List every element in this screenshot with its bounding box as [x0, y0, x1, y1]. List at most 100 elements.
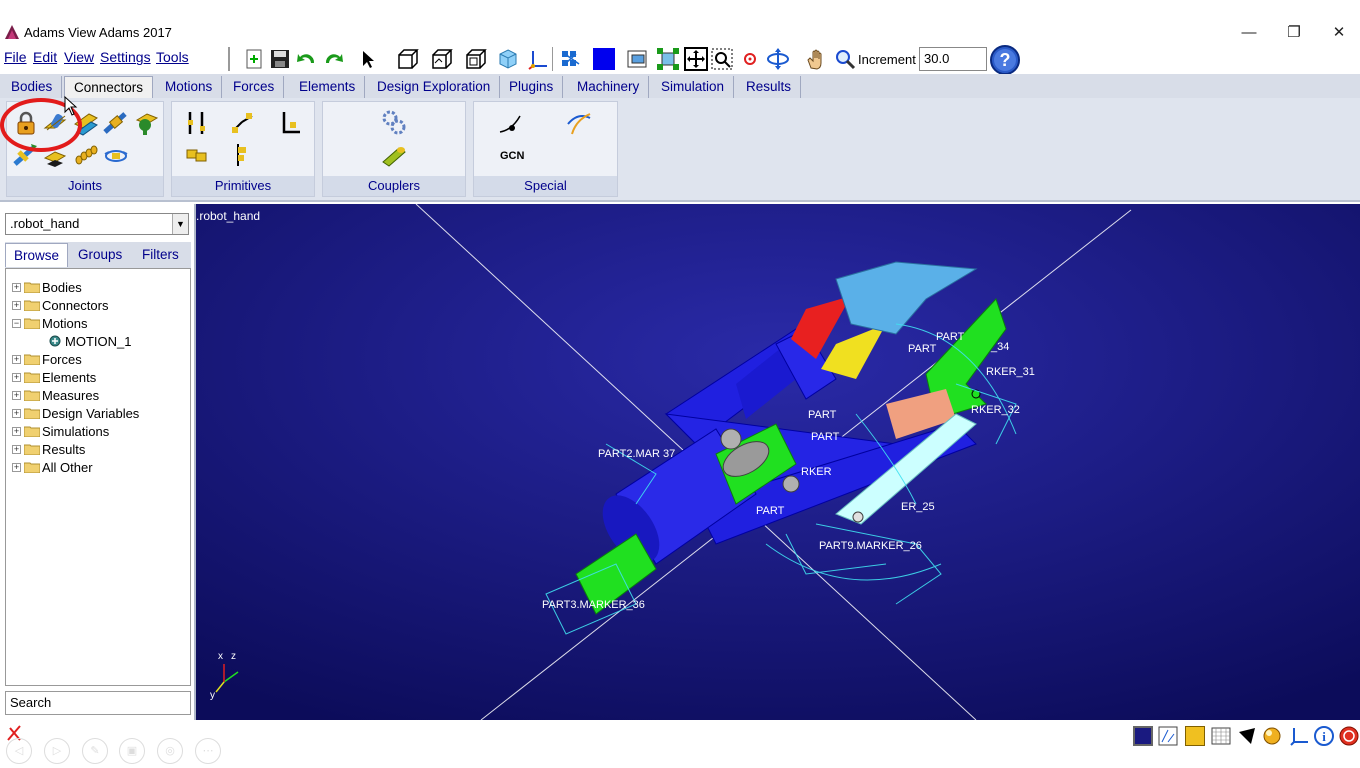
expand-icon[interactable]: + — [12, 444, 21, 454]
zoom-window-icon[interactable] — [709, 46, 735, 72]
gear-icon[interactable] — [381, 110, 407, 136]
tab-plugins[interactable]: Plugins — [500, 76, 564, 98]
nav-copy-icon[interactable]: ▣ — [119, 738, 145, 764]
cylindrical-joint-icon[interactable] — [103, 110, 129, 136]
expand-icon[interactable]: + — [12, 300, 21, 310]
tab-design-exploration[interactable]: Design Exploration — [368, 76, 501, 98]
new-icon[interactable] — [241, 46, 267, 72]
view-front-icon[interactable] — [395, 46, 421, 72]
restore-button[interactable]: ❐ — [1271, 20, 1317, 44]
render-mode-icon[interactable] — [1262, 726, 1282, 746]
hooke-joint-icon[interactable] — [103, 142, 129, 168]
tab-bodies[interactable]: Bodies — [2, 76, 63, 98]
tree-item-simulations[interactable]: + Simulations — [12, 422, 109, 440]
tab-motions[interactable]: Motions — [156, 76, 223, 98]
menu-settings[interactable]: Settings — [100, 49, 151, 65]
undo-icon[interactable] — [293, 46, 319, 72]
info-icon[interactable] — [1133, 726, 1153, 746]
fit-icon[interactable] — [655, 46, 681, 72]
tree-item-motion-1[interactable]: MOTION_1 — [48, 332, 131, 350]
tree-item-connectors[interactable]: + Connectors — [12, 296, 108, 314]
tab-results[interactable]: Results — [737, 76, 802, 98]
view-right-icon[interactable] — [463, 46, 489, 72]
general-constraint-icon[interactable]: GCN — [500, 150, 524, 162]
tab-machinery[interactable]: Machinery — [568, 76, 650, 98]
tab-filters[interactable]: Filters — [134, 243, 187, 267]
axes-icon[interactable] — [525, 46, 551, 72]
help-icon[interactable]: ? — [989, 45, 1021, 75]
tree-item-results[interactable]: + Results — [12, 440, 85, 458]
screw-joint-icon[interactable] — [73, 142, 99, 168]
color-icon[interactable] — [591, 46, 617, 72]
expand-icon[interactable]: + — [12, 462, 21, 472]
render-icon[interactable] — [625, 46, 651, 72]
tree-item-elements[interactable]: + Elements — [12, 368, 96, 386]
expand-icon[interactable]: + — [12, 426, 21, 436]
redo-icon[interactable] — [321, 46, 347, 72]
menu-tools[interactable]: Tools — [156, 49, 189, 65]
minimize-button[interactable]: — — [1226, 20, 1272, 44]
chevron-down-icon[interactable]: ▼ — [172, 214, 188, 234]
tree-item-motions[interactable]: − Motions — [12, 314, 88, 332]
spherical-joint-icon[interactable] — [133, 110, 159, 136]
menu-view[interactable]: View — [64, 49, 94, 65]
tree-item-forces[interactable]: + Forces — [12, 350, 82, 368]
tab-simulation[interactable]: Simulation — [652, 76, 735, 98]
model-viewport[interactable]: PART2.MAR 37 PART3.MARKER_36 PART9.MARKE… — [196, 204, 1360, 720]
expand-icon[interactable]: + — [12, 390, 21, 400]
tab-browse[interactable]: Browse — [5, 243, 69, 267]
info-circle-icon[interactable]: i — [1314, 726, 1334, 746]
menu-edit[interactable]: Edit — [33, 49, 57, 65]
center-icon[interactable] — [737, 46, 763, 72]
expand-icon[interactable]: + — [12, 408, 21, 418]
zoom-icon[interactable] — [832, 46, 858, 72]
tree-item-all-other[interactable]: + All Other — [12, 458, 93, 476]
parallel-axes-primitive-icon[interactable] — [184, 142, 210, 168]
view-iso-icon[interactable] — [495, 46, 521, 72]
tab-groups[interactable]: Groups — [70, 243, 130, 267]
coupler-icon[interactable] — [381, 142, 407, 168]
expand-icon[interactable]: + — [12, 372, 21, 382]
inplane-primitive-icon[interactable] — [230, 110, 256, 136]
tab-forces[interactable]: Forces — [224, 76, 285, 98]
menu-file[interactable]: File — [4, 49, 27, 65]
expand-icon[interactable]: + — [12, 354, 21, 364]
nav-more-icon[interactable]: ⋯ — [195, 738, 221, 764]
inline-primitive-icon[interactable] — [184, 110, 210, 136]
pan-icon[interactable] — [803, 46, 829, 72]
save-icon[interactable] — [267, 46, 293, 72]
select-icon[interactable] — [355, 46, 381, 72]
expand-icon[interactable]: + — [12, 282, 21, 292]
rotate-icon[interactable] — [765, 46, 791, 72]
coordinate-icon[interactable] — [1290, 726, 1310, 746]
nav-prev-icon[interactable]: ◁ — [6, 738, 32, 764]
orientation-primitive-icon[interactable] — [276, 110, 302, 136]
tab-connectors[interactable]: Connectors — [64, 76, 154, 98]
tree-item-bodies[interactable]: + Bodies — [12, 278, 82, 296]
color-icon[interactable] — [1237, 726, 1257, 746]
tab-elements[interactable]: Elements — [290, 76, 366, 98]
stop-icon[interactable] — [1339, 726, 1359, 746]
increment-input[interactable]: 30.0 — [919, 47, 987, 71]
search-input[interactable]: Search — [5, 691, 191, 715]
pivot-joint[interactable] — [720, 428, 742, 450]
tree-item-measures[interactable]: + Measures — [12, 386, 99, 404]
curve-curve-icon[interactable] — [566, 110, 592, 136]
zoom-box-icon[interactable] — [683, 46, 709, 72]
select-filter-icon[interactable] — [1158, 726, 1178, 746]
group-icon[interactable] — [559, 46, 585, 72]
perpendicular-primitive-icon[interactable] — [230, 142, 256, 168]
point-curve-icon[interactable] — [498, 110, 524, 136]
tree-item-design-variables[interactable]: + Design Variables — [12, 404, 139, 422]
model-selector[interactable]: .robot_hand ▼ — [5, 213, 189, 235]
pivot-joint[interactable] — [852, 511, 864, 523]
nav-edit-icon[interactable]: ✎ — [82, 738, 108, 764]
close-button[interactable]: ✕ — [1316, 20, 1360, 44]
icon-settings-icon[interactable] — [1185, 726, 1205, 746]
view-top-icon[interactable] — [429, 46, 455, 72]
nav-zoom-icon[interactable]: ◎ — [157, 738, 183, 764]
collapse-icon[interactable]: − — [12, 318, 21, 328]
grid-icon[interactable] — [1211, 726, 1231, 746]
nav-play-icon[interactable]: ▷ — [44, 738, 70, 764]
pivot-joint[interactable] — [782, 475, 800, 493]
